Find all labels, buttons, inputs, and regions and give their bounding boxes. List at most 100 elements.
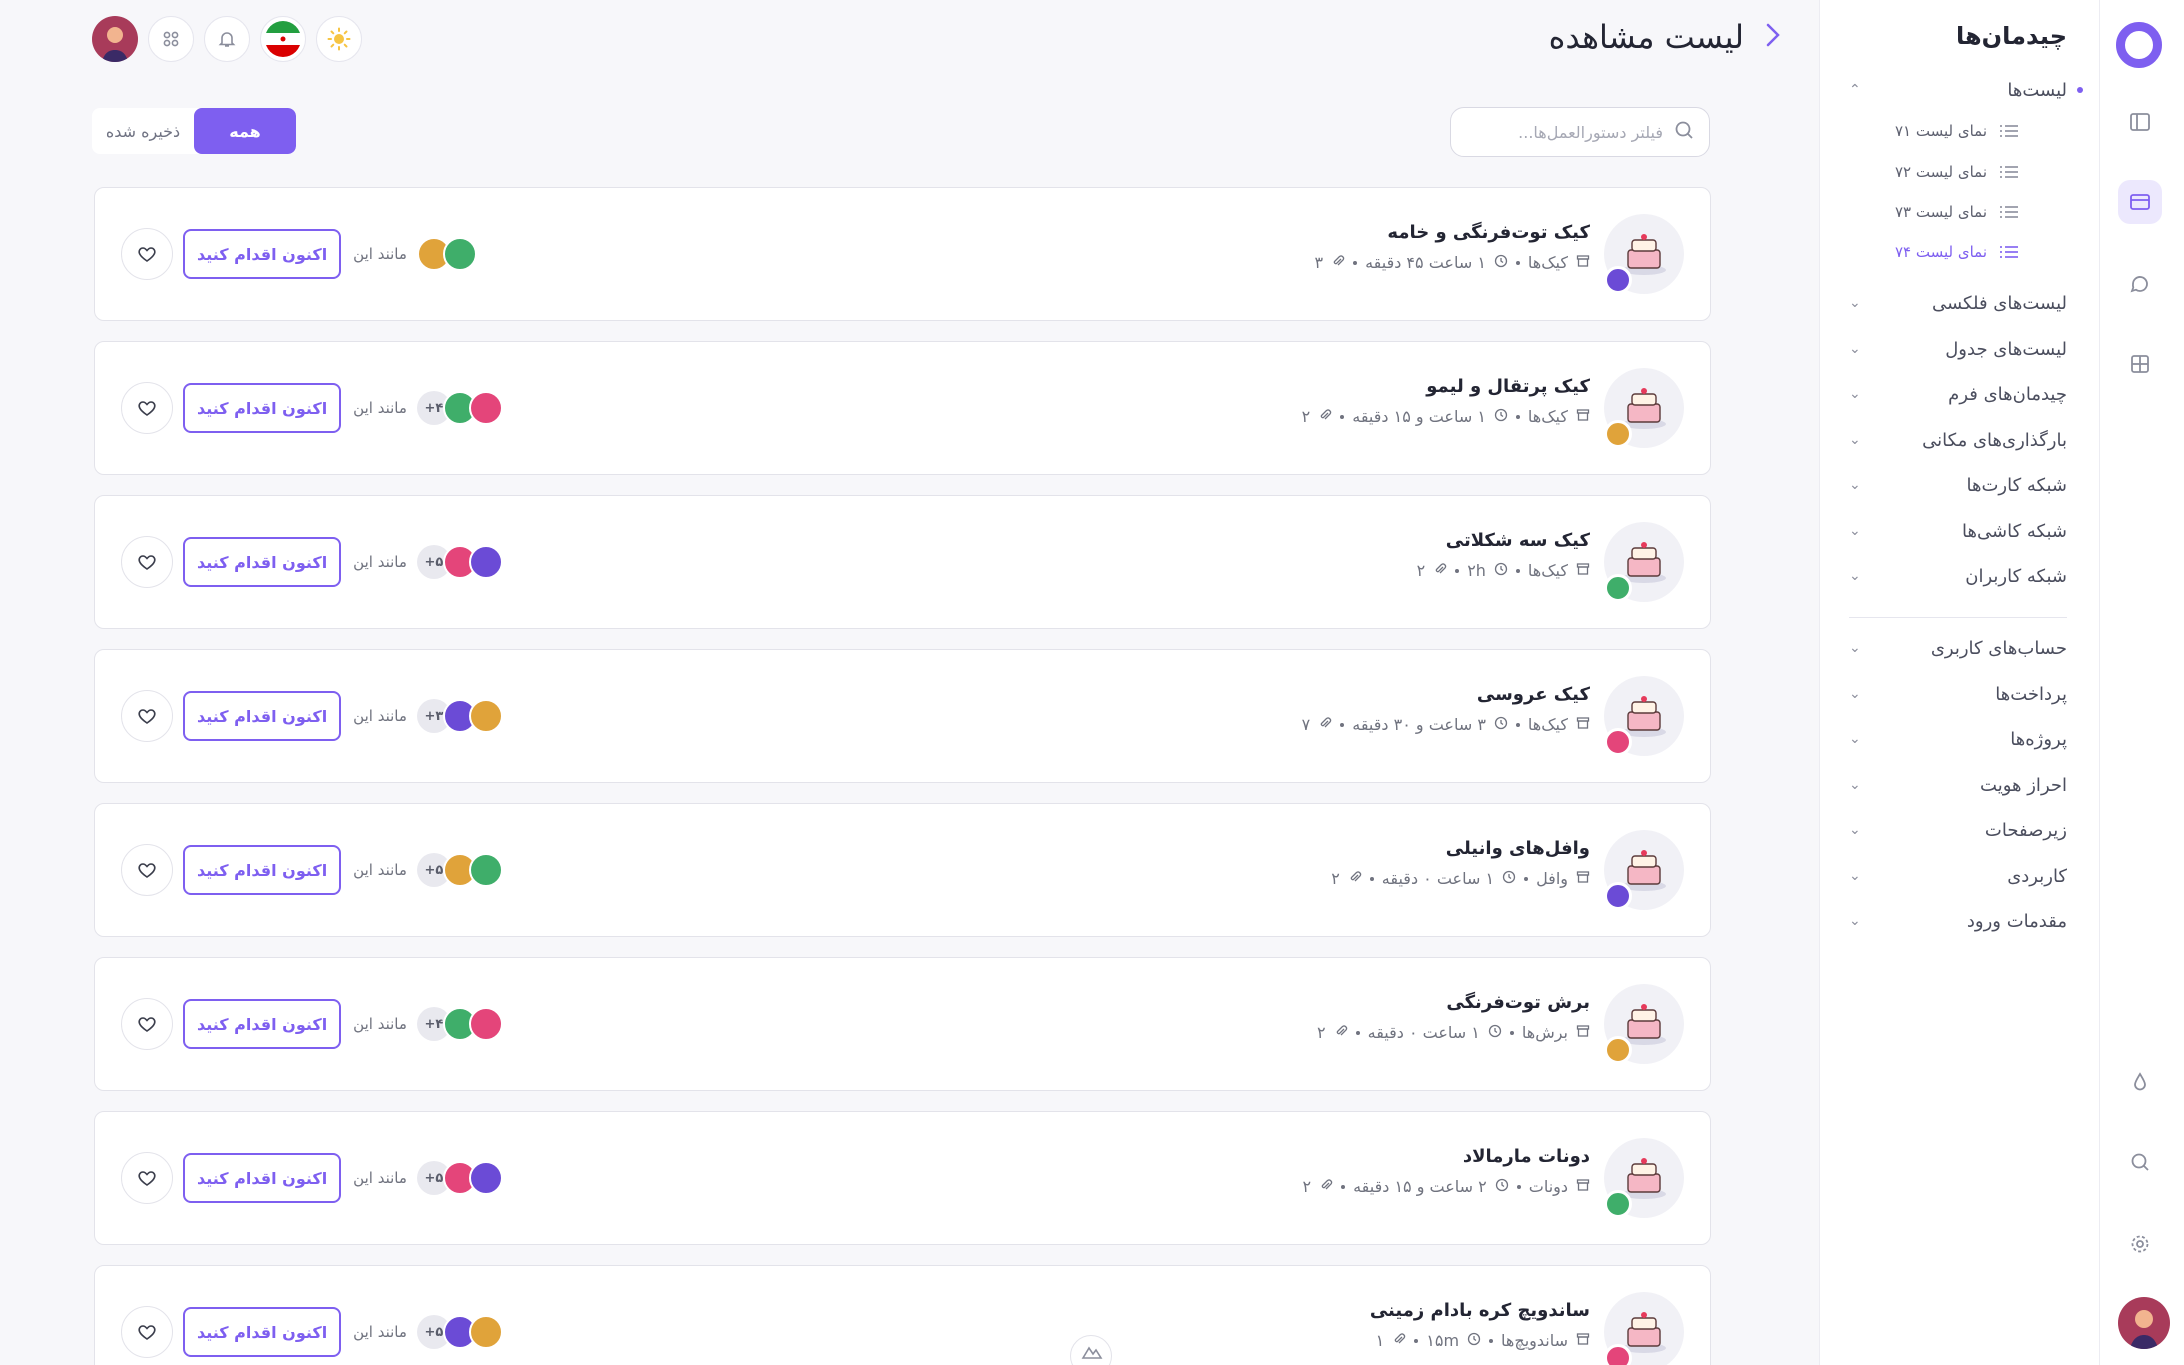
- grid-icon[interactable]: [2118, 342, 2162, 386]
- back-chevron-icon[interactable]: [1762, 21, 1782, 53]
- sidebar-item-subpages[interactable]: زیرصفحات ⌄: [1849, 810, 2067, 850]
- recipe-name: کیک پرتقال و لیمو: [1426, 376, 1590, 397]
- tab-all[interactable]: همه: [194, 108, 296, 154]
- sidebar: چیدمان‌ها لیست‌ها ⌃ نمای لیست ۷۱ نمای لی…: [1819, 0, 2099, 1365]
- sidebar-subitem-73[interactable]: نمای لیست ۷۳: [1859, 196, 2019, 228]
- drop-icon[interactable]: [2118, 1060, 2162, 1104]
- recipe-card[interactable]: ساندویچ کره بادام زمینی ساندویچ‌ها ۱۵m ۱…: [94, 1265, 1711, 1365]
- participant-avatar: [468, 545, 503, 579]
- sidebar-item-onboarding[interactable]: مقدمات ورود ⌄: [1849, 901, 2067, 941]
- favorite-button[interactable]: [121, 690, 173, 742]
- chevron-down-icon: ⌄: [1849, 913, 1861, 929]
- recipe-time: ۳ ساعت و ۳۰ دقیقه: [1352, 715, 1486, 734]
- recipe-category: کیک‌ها: [1527, 253, 1568, 272]
- clock-icon: [1488, 1023, 1502, 1042]
- recipe-category: دونات: [1528, 1177, 1568, 1196]
- dot-separator: [1524, 876, 1529, 881]
- sidebar-subitem-72[interactable]: نمای لیست ۷۲: [1859, 156, 2019, 188]
- dot-separator: [1414, 1338, 1419, 1343]
- recipe-time: ۱ ساعت ۴۵ دقیقه: [1365, 253, 1486, 272]
- participant-avatar: [468, 853, 503, 887]
- recipe-name: وافل‌های وانیلی: [1445, 838, 1590, 859]
- chevron-down-icon: ⌄: [1849, 295, 1861, 311]
- language-flag-icon[interactable]: [260, 16, 306, 62]
- recipe-card[interactable]: کیک توت‌فرنگی و خامه کیک‌ها ۱ ساعت ۴۵ دق…: [94, 187, 1711, 321]
- recipe-card[interactable]: کیک عروسی کیک‌ها ۳ ساعت و ۳۰ دقیقه ۷ اکن…: [94, 649, 1711, 783]
- sidebar-subitem-71[interactable]: نمای لیست ۷۱: [1859, 115, 2019, 147]
- app-logo[interactable]: [2116, 22, 2162, 68]
- act-now-button[interactable]: اکنون اقدام کنید: [183, 1307, 342, 1357]
- participant-avatars: +۵: [416, 1315, 503, 1349]
- favorite-button[interactable]: [121, 844, 173, 896]
- sidebar-item-label: چیدمان‌های فرم: [1948, 383, 2067, 405]
- sun-icon[interactable]: [316, 16, 362, 62]
- sidebar-item-card-grid[interactable]: شبکه کارت‌ها ⌄: [1849, 465, 2067, 505]
- sidebar-item-table-lists[interactable]: لیست‌های جدول ⌄: [1849, 329, 2067, 369]
- profile-avatar[interactable]: [92, 16, 138, 62]
- sidebar-item-tile-grid[interactable]: شبکه کاشی‌ها ⌄: [1849, 511, 2067, 551]
- paperclip-icon: [1318, 407, 1332, 426]
- chevron-down-icon: ⌄: [1849, 777, 1861, 793]
- act-now-button[interactable]: اکنون اقدام کنید: [183, 845, 342, 895]
- search-icon[interactable]: [2118, 1140, 2162, 1184]
- favorite-button[interactable]: [121, 228, 173, 280]
- favorite-button[interactable]: [121, 1306, 173, 1358]
- search-box: [1450, 107, 1710, 157]
- browser-icon[interactable]: [2118, 180, 2162, 224]
- like-label: مانند این: [353, 1323, 407, 1341]
- clock-icon: [1494, 407, 1508, 426]
- act-now-button[interactable]: اکنون اقدام کنید: [183, 691, 342, 741]
- chevron-down-icon: ⌄: [1849, 341, 1861, 357]
- recipe-card[interactable]: کیک پرتقال و لیمو کیک‌ها ۱ ساعت و ۱۵ دقی…: [94, 341, 1711, 475]
- recipe-time: ۱ ساعت و ۱۵ دقیقه: [1352, 407, 1486, 426]
- sidebar-item-flex-lists[interactable]: لیست‌های فلکسی ⌄: [1849, 283, 2067, 323]
- recipe-card[interactable]: دونات مارمالاد دونات ۲ ساعت و ۱۵ دقیقه ۲…: [94, 1111, 1711, 1245]
- search-input[interactable]: [1483, 122, 1663, 142]
- box-icon: [1576, 1177, 1590, 1196]
- bell-icon[interactable]: [204, 16, 250, 62]
- sidebar-item-label: کاربردی: [2007, 865, 2067, 887]
- act-now-button[interactable]: اکنون اقدام کنید: [183, 537, 342, 587]
- sidebar-item-form-layouts[interactable]: چیدمان‌های فرم ⌄: [1849, 374, 2067, 414]
- favorite-button[interactable]: [121, 536, 173, 588]
- chat-icon[interactable]: [2118, 262, 2162, 306]
- chevron-down-icon: ⌄: [1849, 432, 1861, 448]
- layout-icon[interactable]: [2118, 100, 2162, 144]
- recipe-card[interactable]: وافل‌های وانیلی وافل ۱ ساعت ۰ دقیقه ۲ اک…: [94, 803, 1711, 937]
- recipe-time: ۲ ساعت و ۱۵ دقیقه: [1353, 1177, 1487, 1196]
- sidebar-item-lists[interactable]: لیست‌ها ⌃: [1849, 70, 2083, 110]
- sidebar-item-projects[interactable]: پروژه‌ها ⌄: [1849, 719, 2067, 759]
- recipe-card[interactable]: کیک سه شکلاتی کیک‌ها ۲h ۲ اکنون اقدام کن…: [94, 495, 1711, 629]
- tab-saved[interactable]: ذخیره شده: [92, 108, 194, 154]
- sidebar-item-placeloads[interactable]: بارگذاری‌های مکانی ⌄: [1849, 420, 2067, 460]
- sidebar-item-auth[interactable]: احراز هویت ⌄: [1849, 765, 2067, 805]
- favorite-button[interactable]: [121, 382, 173, 434]
- apps-icon[interactable]: [148, 16, 194, 62]
- user-avatar[interactable]: [2118, 1297, 2170, 1349]
- settings-icon[interactable]: [2118, 1222, 2162, 1266]
- box-icon: [1576, 407, 1590, 426]
- act-now-button[interactable]: اکنون اقدام کنید: [183, 229, 342, 279]
- recipe-actions: اکنون اقدام کنید مانند این +۳: [121, 690, 503, 742]
- act-now-button[interactable]: اکنون اقدام کنید: [183, 383, 342, 433]
- sidebar-item-label: زیرصفحات: [1984, 819, 2067, 841]
- like-label: مانند این: [353, 399, 407, 417]
- like-label: مانند این: [353, 1015, 407, 1033]
- sidebar-item-user-grid[interactable]: شبکه کاربران ⌄: [1849, 556, 2067, 596]
- favorite-button[interactable]: [121, 1152, 173, 1204]
- recipe-meta: وافل ۱ ساعت ۰ دقیقه ۲: [1331, 869, 1590, 888]
- chevron-down-icon: ⌄: [1849, 822, 1861, 838]
- floating-logo-button[interactable]: [1070, 1335, 1112, 1365]
- recipe-attachments: ۲: [1331, 869, 1340, 888]
- favorite-button[interactable]: [121, 998, 173, 1050]
- recipe-card[interactable]: برش توت‌فرنگی برش‌ها ۱ ساعت ۰ دقیقه ۲ اک…: [94, 957, 1711, 1091]
- sidebar-subitem-74[interactable]: نمای لیست ۷۴: [1859, 236, 2019, 268]
- recipe-image: [1604, 368, 1684, 448]
- act-now-button[interactable]: اکنون اقدام کنید: [183, 1153, 342, 1203]
- sidebar-item-label: مقدمات ورود: [1966, 910, 2067, 932]
- like-label: مانند این: [353, 553, 407, 571]
- sidebar-item-utility[interactable]: کاربردی ⌄: [1849, 856, 2067, 896]
- sidebar-item-payments[interactable]: پرداخت‌ها ⌄: [1849, 674, 2067, 714]
- act-now-button[interactable]: اکنون اقدام کنید: [183, 999, 342, 1049]
- sidebar-item-accounts[interactable]: حساب‌های کاربری ⌄: [1849, 628, 2067, 668]
